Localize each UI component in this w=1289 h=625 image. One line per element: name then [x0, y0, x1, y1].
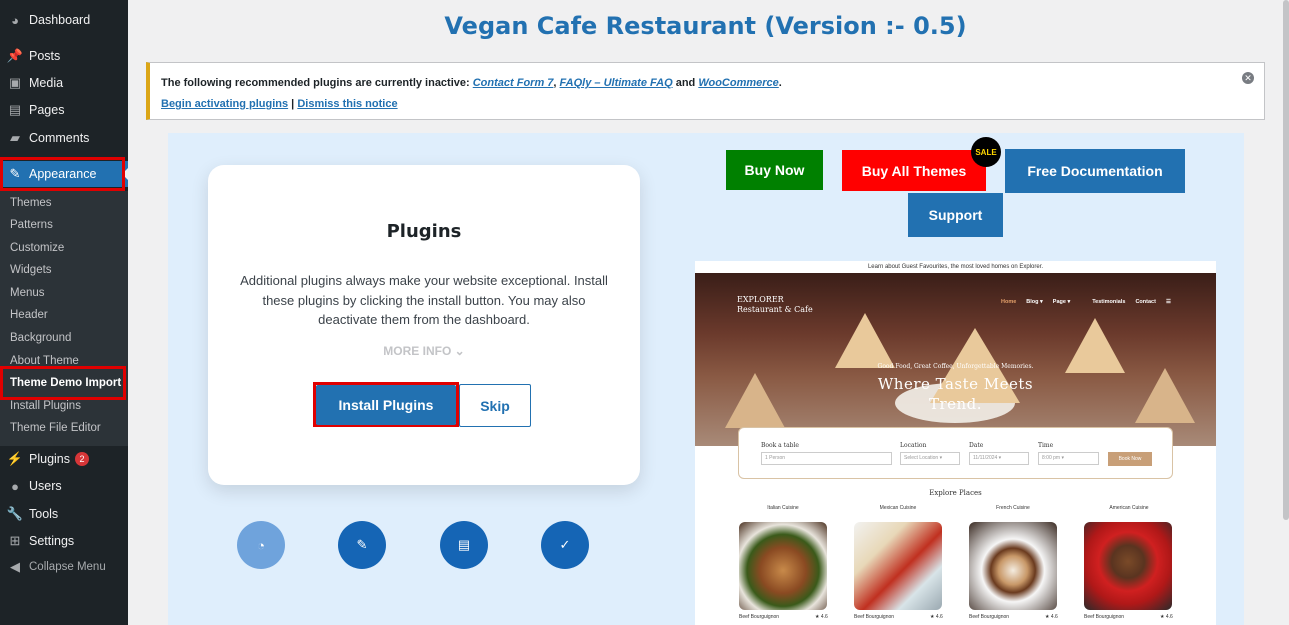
plug-icon[interactable]: ✎: [338, 521, 386, 569]
dismiss-notice-link[interactable]: Dismiss this notice: [297, 98, 397, 110]
collapse-icon: ◀: [10, 559, 20, 574]
preview-hero: EXPLORER Restaurant & Cafe Home Blog ▾ Page…: [695, 273, 1216, 446]
begin-activating-link[interactable]: Begin activating plugins: [161, 98, 288, 110]
pages-icon: ▤: [8, 102, 22, 117]
menu-media[interactable]: ▣ Media: [0, 70, 128, 96]
preview-booking-form: Book a table Location Date Time 1 Person…: [738, 427, 1173, 479]
submenu-theme-file-editor[interactable]: Theme File Editor: [10, 422, 101, 434]
plugins-count-badge: 2: [75, 452, 89, 466]
free-documentation-button[interactable]: Free Documentation: [1005, 149, 1185, 193]
submenu-patterns[interactable]: Patterns: [10, 219, 53, 231]
submenu-install-plugins[interactable]: Install Plugins: [10, 400, 81, 412]
theme-preview: Learn about Guest Favourites, the most l…: [695, 261, 1216, 625]
demo-import-highlight: [0, 366, 126, 400]
preview-headline: Where Taste Meets Trend.: [877, 375, 1034, 413]
faqly-link[interactable]: FAQly – Ultimate FAQ: [560, 77, 673, 89]
menu-tools[interactable]: 🔧 Tools: [0, 501, 128, 527]
plugins-card: Plugins Additional plugins always make y…: [208, 165, 640, 485]
submenu-header[interactable]: Header: [10, 309, 48, 321]
submenu-customize[interactable]: Customize: [10, 242, 64, 254]
comment-icon: ▰: [10, 130, 20, 145]
card-description: Additional plugins always make your webs…: [240, 273, 608, 327]
menu-comments[interactable]: ▰ Comments: [0, 125, 128, 151]
dashboard-icon: ◕: [11, 12, 19, 28]
plug-icon: ⚡: [6, 451, 24, 466]
submenu-widgets[interactable]: Widgets: [10, 264, 52, 276]
appearance-submenu: Themes Patterns Customize Widgets Menus …: [0, 191, 128, 446]
scrollbar-thumb[interactable]: [1283, 0, 1289, 520]
dish-image: [854, 522, 942, 610]
layout-icon[interactable]: ▤: [440, 521, 488, 569]
more-info-toggle[interactable]: MORE INFO ⌄: [208, 344, 640, 358]
preview-topbar: Learn about Guest Favourites, the most l…: [695, 261, 1216, 273]
submenu-themes[interactable]: Themes: [10, 197, 52, 209]
user-icon: ●: [11, 478, 19, 494]
menu-collapse[interactable]: ◀ Collapse Menu: [0, 554, 128, 580]
skip-button[interactable]: Skip: [459, 384, 531, 427]
page-scrollbar[interactable]: [1283, 0, 1289, 625]
submenu-background[interactable]: Background: [10, 332, 71, 344]
close-icon[interactable]: ✕: [1242, 72, 1254, 84]
support-button[interactable]: Support: [908, 193, 1003, 237]
page-title: Vegan Cafe Restaurant (Version :- 0.5): [444, 12, 967, 40]
card-title: Plugins: [386, 221, 462, 242]
woocommerce-link[interactable]: WooCommerce: [698, 77, 778, 89]
preview-explore-title: Explore Places: [929, 489, 982, 497]
settings-icon: ⊞: [9, 533, 21, 548]
submenu-menus[interactable]: Menus: [10, 287, 45, 299]
menu-settings[interactable]: ⊞ Settings: [0, 528, 128, 554]
appearance-highlight: [0, 157, 125, 191]
preview-logo: EXPLORER Restaurant & Cafe: [737, 295, 813, 314]
install-plugins-button[interactable]: Install Plugins: [316, 385, 456, 425]
preview-nav: Home Blog ▾ Page ▾ Testimonials Contact ☰: [1001, 299, 1171, 305]
menu-plugins[interactable]: ⚡ Plugins 2: [0, 446, 128, 472]
dish-image: [739, 522, 827, 610]
sale-badge: SALE: [971, 137, 1001, 167]
buy-all-themes-button[interactable]: Buy All Themes: [842, 150, 986, 191]
notice-message: The following recommended plugins are cu…: [161, 77, 782, 89]
dish-image: [969, 522, 1057, 610]
preview-tagline: Good Food, Great Coffee, Unforgettable M…: [877, 363, 1034, 370]
check-icon[interactable]: ✓: [541, 521, 589, 569]
wrench-icon: 🔧: [6, 506, 24, 521]
menu-users[interactable]: ● Users: [0, 473, 128, 499]
pin-icon: 📌: [6, 48, 24, 63]
napkin-shape: [835, 313, 895, 368]
plugin-notice: The following recommended plugins are cu…: [146, 62, 1265, 120]
menu-pages[interactable]: ▤ Pages: [0, 97, 128, 123]
menu-posts[interactable]: 📌 Posts: [0, 43, 128, 69]
buy-now-button[interactable]: Buy Now: [726, 150, 823, 190]
contact-form-link[interactable]: Contact Form 7: [473, 77, 554, 89]
notice-actions: Begin activating plugins | Dismiss this …: [161, 98, 398, 110]
menu-dashboard[interactable]: ◕ Dashboard: [0, 7, 128, 33]
gauge-icon[interactable]: ◔: [237, 521, 285, 569]
dish-image: [1084, 522, 1172, 610]
admin-sidebar: ◕ Dashboard 📌 Posts ▣ Media ▤ Pages ▰ Comment…: [0, 0, 129, 625]
media-icon: ▣: [8, 75, 22, 90]
